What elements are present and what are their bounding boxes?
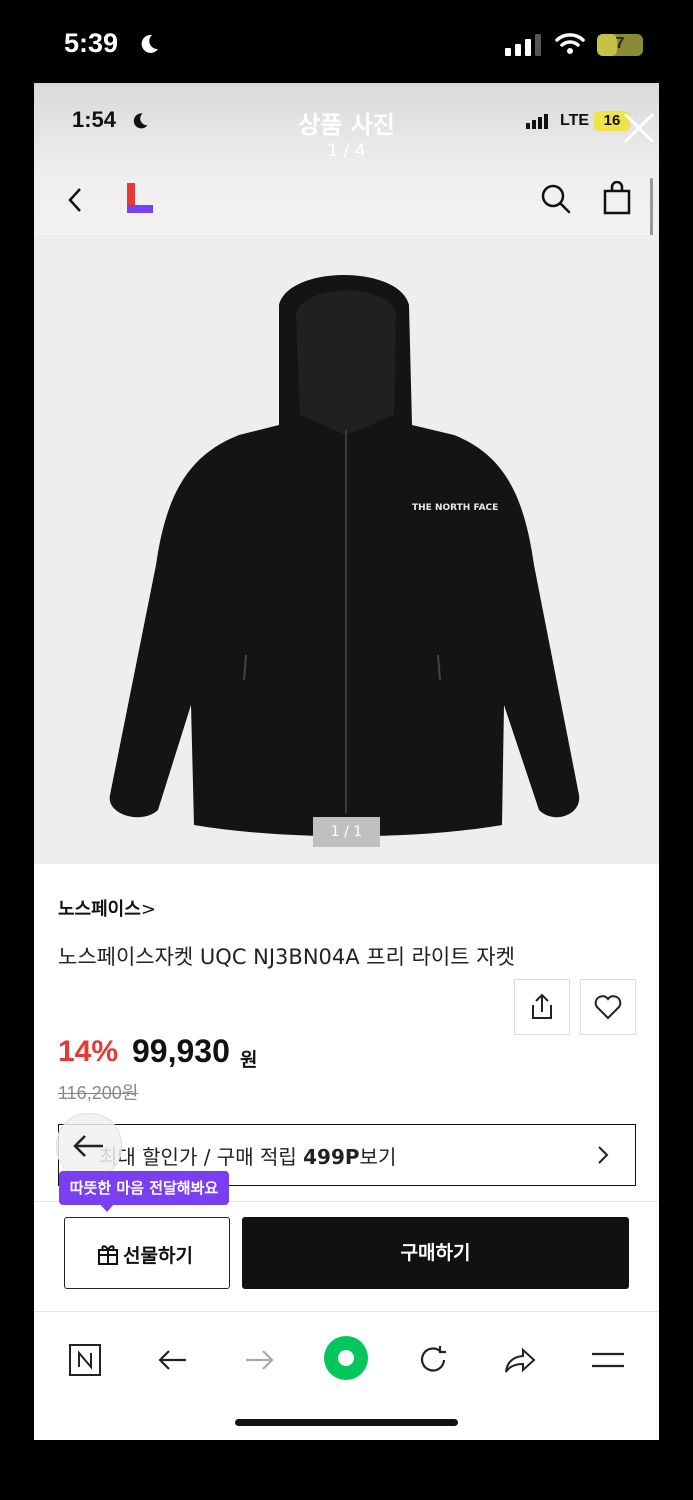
gift-tooltip: 따뜻한 마음 전달해봐요 — [59, 1171, 229, 1205]
buy-button[interactable]: 구매하기 — [242, 1217, 629, 1289]
wishlist-button[interactable] — [580, 979, 636, 1035]
share-button[interactable] — [514, 979, 570, 1035]
svg-text:THE NORTH FACE: THE NORTH FACE — [412, 503, 498, 513]
network-type: LTE — [560, 112, 590, 129]
green-dot-icon[interactable] — [323, 1335, 369, 1381]
image-counter: 1 / 1 — [313, 817, 380, 847]
brand-link[interactable]: 노스페이스> — [58, 895, 156, 921]
original-price: 116,200원 — [58, 1083, 139, 1103]
chevron-right-icon — [598, 1146, 609, 1164]
search-icon[interactable] — [540, 183, 572, 215]
tooltip-tail — [100, 1204, 114, 1212]
viewer-counter: 1 / 4 — [327, 141, 366, 161]
share-icon — [532, 993, 552, 1019]
app-screenshot: 1:54 상품 사진 1 / 4 LTE 16 THE NORTH FACE 1… — [34, 83, 659, 1440]
product-image[interactable]: THE NORTH FACE — [34, 235, 659, 864]
benefit-text: 최대 할인가 / 구매 적립 499P보기 — [99, 1145, 397, 1169]
refresh-icon[interactable] — [416, 1343, 450, 1377]
jacket-illustration: THE NORTH FACE — [109, 275, 580, 837]
wifi-icon — [555, 33, 585, 54]
menu-icon[interactable] — [590, 1343, 626, 1377]
heart-icon — [594, 995, 622, 1020]
device-time: 5:39 — [64, 28, 119, 58]
sale-price: 99,930 — [132, 1033, 230, 1069]
cellular-signal-icon — [526, 114, 548, 129]
floating-back-button[interactable] — [56, 1113, 122, 1179]
shopping-bag-icon[interactable] — [602, 181, 632, 215]
back-arrow-icon[interactable] — [156, 1343, 190, 1377]
gift-button-label: 선물하기 — [123, 1245, 193, 1267]
home-indicator — [235, 1419, 458, 1426]
arrow-left-icon — [73, 1135, 103, 1157]
share-arrow-icon[interactable] — [502, 1343, 538, 1377]
gift-button[interactable]: 선물하기 — [64, 1217, 230, 1289]
discount-rate: 14% — [58, 1035, 119, 1068]
product-title: 노스페이스자켓 UQC NJ3BN04A 프리 라이트 자켓 — [58, 945, 515, 969]
divider — [34, 1311, 659, 1312]
forward-arrow-icon[interactable] — [242, 1343, 276, 1377]
battery-indicator: 7 — [597, 34, 643, 56]
moon-icon — [141, 34, 158, 53]
cellular-signal-icon — [505, 34, 541, 56]
gift-icon — [98, 1245, 118, 1265]
back-chevron-icon[interactable] — [64, 185, 86, 215]
price-unit: 원 — [240, 1049, 258, 1071]
lotte-on-logo[interactable] — [127, 183, 153, 215]
naver-n-icon[interactable] — [68, 1343, 102, 1377]
close-icon[interactable] — [622, 111, 656, 145]
